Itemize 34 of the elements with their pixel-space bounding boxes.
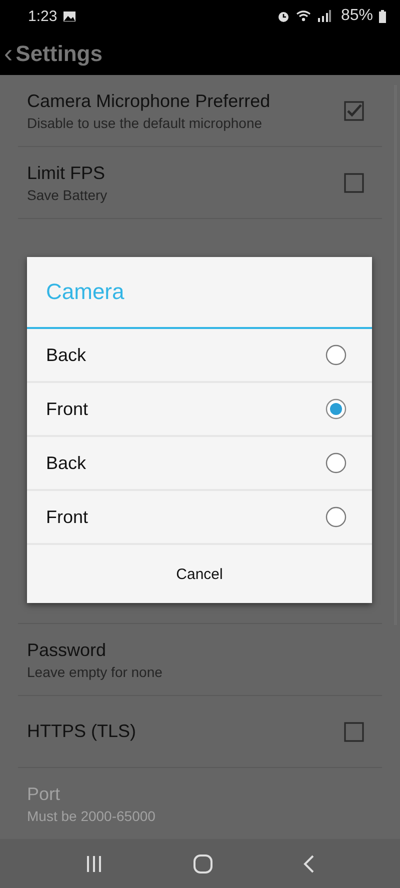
setting-summary: Must be 2000-65000 <box>27 808 156 824</box>
setting-title: HTTPS (TLS) <box>27 721 138 742</box>
image-icon <box>63 10 76 22</box>
radio-button[interactable] <box>325 398 347 420</box>
setting-summary: Disable to use the default microphone <box>27 114 264 131</box>
radio-button[interactable] <box>325 452 347 474</box>
screen-title: Settings <box>16 40 102 67</box>
setting-summary: Save Battery <box>27 186 108 203</box>
setting-title: Port <box>27 784 62 805</box>
option-label[interactable]: Front <box>46 398 88 420</box>
status-time: 1:23 <box>28 8 58 25</box>
recent-apps-icon[interactable] <box>85 854 103 873</box>
checkbox[interactable] <box>344 722 364 742</box>
setting-title: Password <box>27 640 108 661</box>
radio-button[interactable] <box>325 506 347 528</box>
option-label[interactable]: Front <box>46 506 88 528</box>
dialog-title: Camera <box>27 257 372 329</box>
checkbox[interactable] <box>344 100 364 121</box>
checkbox[interactable] <box>344 172 364 193</box>
option-label[interactable]: Back <box>46 344 86 366</box>
setting-title: Camera Microphone Preferred <box>27 90 272 112</box>
back-icon[interactable] <box>303 854 315 874</box>
battery-icon <box>379 10 386 23</box>
battery-percent: 85% <box>340 7 373 26</box>
radio-button[interactable] <box>325 344 347 366</box>
alarm-icon <box>276 10 290 23</box>
back-button[interactable]: ‹ <box>4 38 13 70</box>
cancel-button[interactable]: Cancel <box>27 545 372 603</box>
signal-icon <box>316 10 331 22</box>
option-label[interactable]: Back <box>46 452 86 474</box>
setting-title: Limit FPS <box>27 162 106 184</box>
setting-summary: Leave empty for none <box>27 664 164 680</box>
wifi-icon <box>296 10 311 22</box>
home-icon[interactable] <box>193 854 213 874</box>
